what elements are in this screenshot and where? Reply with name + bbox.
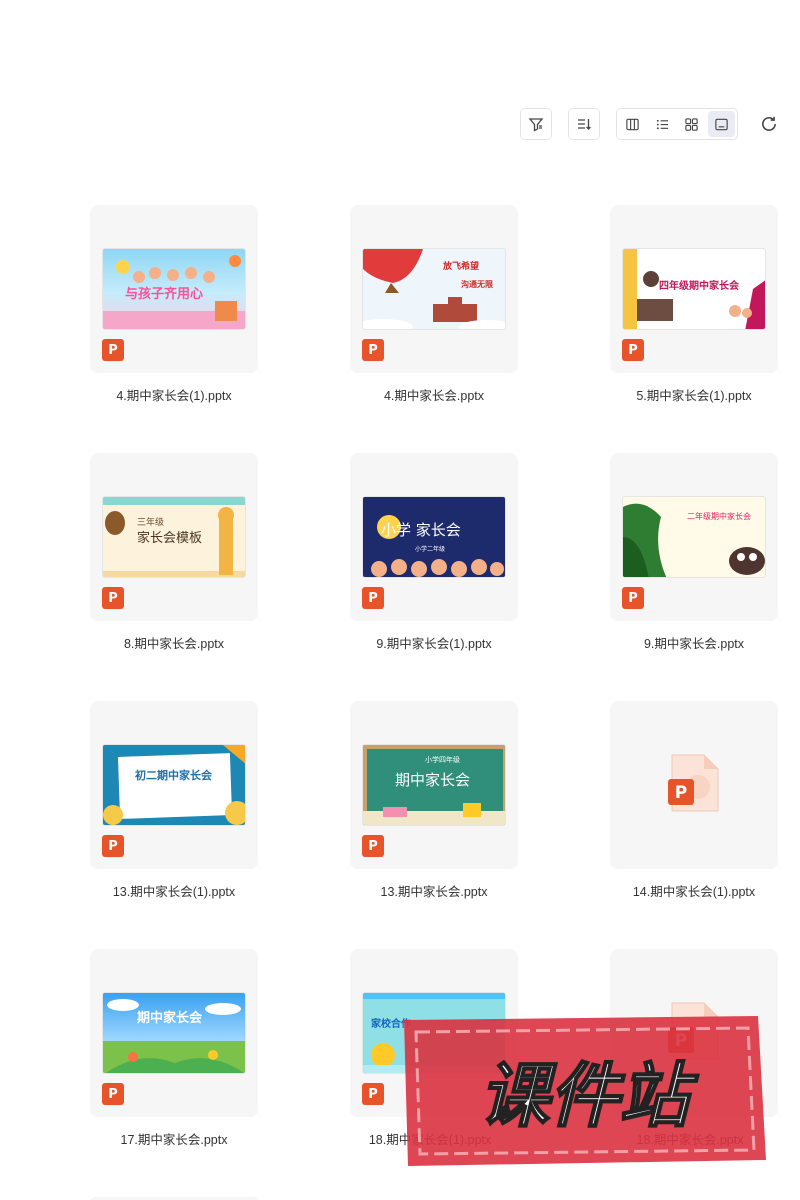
thumb-subtitle: 小学四年级 — [425, 756, 460, 764]
thumb-title: 二年级期中家长会 — [687, 512, 751, 521]
file-card[interactable]: 放飞希望 沟通无限 P — [350, 205, 518, 373]
file-name[interactable]: 13.期中家长会.pptx — [324, 881, 544, 900]
refresh-icon[interactable] — [760, 115, 778, 133]
file-name[interactable]: 5.期中家长会(1).pptx — [584, 385, 800, 404]
ppt-file-icon: P — [102, 835, 124, 857]
file-name[interactable]: 13.期中家长会(1).pptx — [64, 881, 284, 900]
toolbar — [0, 108, 800, 142]
file-card[interactable]: 二年级期中家长会 P — [610, 453, 778, 621]
file-card[interactable]: P P — [610, 701, 778, 869]
file-thumbnail: 放飞希望 沟通无限 — [362, 248, 506, 330]
file-name[interactable]: 9.期中家长会(1).pptx — [324, 633, 544, 652]
file-name[interactable]: 4.期中家长会(1).pptx — [64, 385, 284, 404]
filter-icon — [528, 118, 544, 132]
thumb-title: 初二期中家长会 — [135, 769, 212, 782]
grid-view-icon — [685, 117, 698, 131]
thumb-subtitle: 沟通无限 — [461, 280, 493, 289]
thumb-title: 四年级期中家长会 — [659, 281, 739, 292]
ppt-file-icon: P — [102, 339, 124, 361]
sort-icon — [578, 119, 591, 130]
file-card[interactable]: 初二期中家长会 P — [90, 701, 258, 869]
thumb-subtitle: 小学二年级 — [415, 546, 446, 553]
file-thumbnail: 小学四年级 期中家长会 — [362, 744, 506, 826]
thumb-title: 放飞希望 — [443, 262, 480, 272]
thumb-title: 期中家长会 — [395, 771, 471, 789]
file-thumbnail: 二年级期中家长会 — [622, 496, 766, 578]
thumb-title: 小学 家长会 — [381, 521, 461, 539]
file-card[interactable]: 期中家长会 P — [90, 949, 258, 1117]
list-view-icon — [656, 119, 668, 129]
view-switcher — [616, 108, 738, 140]
file-thumbnail: 初二期中家长会 — [102, 744, 246, 826]
file-thumbnail: 期中家长会 — [102, 992, 246, 1074]
column-view-icon — [626, 118, 639, 130]
ppt-file-icon: P — [102, 587, 124, 609]
svg-text:P: P — [675, 783, 687, 803]
file-card[interactable]: 四年级期中家长会 P — [610, 205, 778, 373]
ppt-large-icon: P — [668, 754, 719, 812]
thumb-title: 期中家长会 — [137, 1011, 203, 1026]
sort-button[interactable] — [568, 108, 600, 140]
file-card[interactable]: 小学 家长会 小学二年级 P — [350, 453, 518, 621]
filter-button[interactable] — [520, 108, 552, 140]
file-name[interactable]: 9.期中家长会.pptx — [584, 633, 800, 652]
file-thumbnail: 三年级 家长会模板 — [102, 496, 246, 578]
watermark-text: 课件站 — [479, 1055, 699, 1137]
file-name[interactable]: 14.期中家长会(1).pptx — [584, 881, 800, 900]
file-card[interactable]: 小学四年级 期中家长会 P — [350, 701, 518, 869]
file-card[interactable]: 三年级 家长会模板 P — [90, 453, 258, 621]
file-name[interactable]: 4.期中家长会.pptx — [324, 385, 544, 404]
file-thumbnail: 四年级期中家长会 — [622, 248, 766, 330]
ppt-file-icon: P — [362, 587, 384, 609]
thumb-subtitle: 家长会模板 — [137, 531, 203, 546]
thumb-title: 与孩子齐用心 — [125, 287, 204, 302]
file-name[interactable]: 17.期中家长会.pptx — [64, 1129, 284, 1148]
file-thumbnail: 小学 家长会 小学二年级 — [362, 496, 506, 578]
file-thumbnail: 与孩子齐用心 — [102, 248, 246, 330]
column-view-button[interactable] — [619, 111, 647, 137]
ppt-file-icon: P — [362, 835, 384, 857]
ppt-file-icon: P — [362, 339, 384, 361]
preview-view-button[interactable] — [707, 111, 735, 137]
grid-view-button[interactable] — [678, 111, 706, 137]
preview-view-icon — [715, 118, 728, 130]
file-name[interactable]: 8.期中家长会.pptx — [64, 633, 284, 652]
ppt-file-icon: P — [622, 587, 644, 609]
watermark-stamp: 课件站 — [404, 1016, 766, 1166]
ppt-file-icon: P — [362, 1083, 384, 1105]
file-card[interactable]: 与孩子齐用心 P — [90, 205, 258, 373]
ppt-file-icon: P — [102, 1083, 124, 1105]
ppt-file-icon: P — [622, 339, 644, 361]
list-view-button[interactable] — [649, 111, 677, 137]
